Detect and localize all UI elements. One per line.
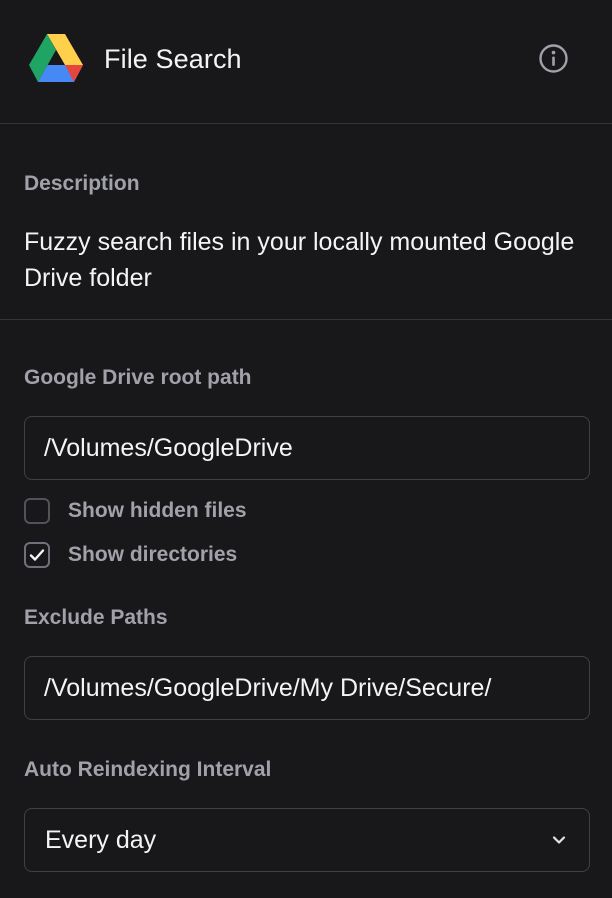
- reindex-interval-label: Auto Reindexing Interval: [24, 758, 272, 781]
- description-text: Fuzzy search files in your locally mount…: [24, 228, 575, 292]
- root-path-label: Google Drive root path: [24, 366, 252, 389]
- panel-header: File Search: [0, 0, 612, 124]
- reindex-interval-value: Every day: [45, 826, 157, 854]
- show-directories-label: Show directories: [68, 543, 238, 566]
- show-hidden-files-checkbox-row[interactable]: Show hidden files: [24, 497, 247, 525]
- show-hidden-files-checkbox[interactable]: [24, 498, 50, 524]
- page-title: File Search: [104, 44, 242, 74]
- show-directories-checkbox[interactable]: [24, 542, 50, 568]
- google-drive-icon: [29, 34, 83, 82]
- info-icon[interactable]: [538, 43, 569, 74]
- extension-settings-panel: File Search Description Fuzzy search fil…: [0, 0, 612, 898]
- show-hidden-files-label: Show hidden files: [68, 499, 247, 522]
- exclude-paths-input[interactable]: /Volumes/GoogleDrive/My Drive/Secure/: [24, 656, 590, 720]
- reindex-interval-select[interactable]: Every day: [24, 808, 590, 872]
- chevron-down-icon: [552, 836, 566, 844]
- root-path-input[interactable]: /Volumes/GoogleDrive: [24, 416, 590, 480]
- description-label: Description: [24, 172, 140, 195]
- show-directories-checkbox-row[interactable]: Show directories: [24, 541, 237, 569]
- description-section: Description Fuzzy search files in your l…: [0, 124, 612, 320]
- checkmark-icon: [29, 549, 45, 561]
- exclude-paths-label: Exclude Paths: [24, 606, 168, 629]
